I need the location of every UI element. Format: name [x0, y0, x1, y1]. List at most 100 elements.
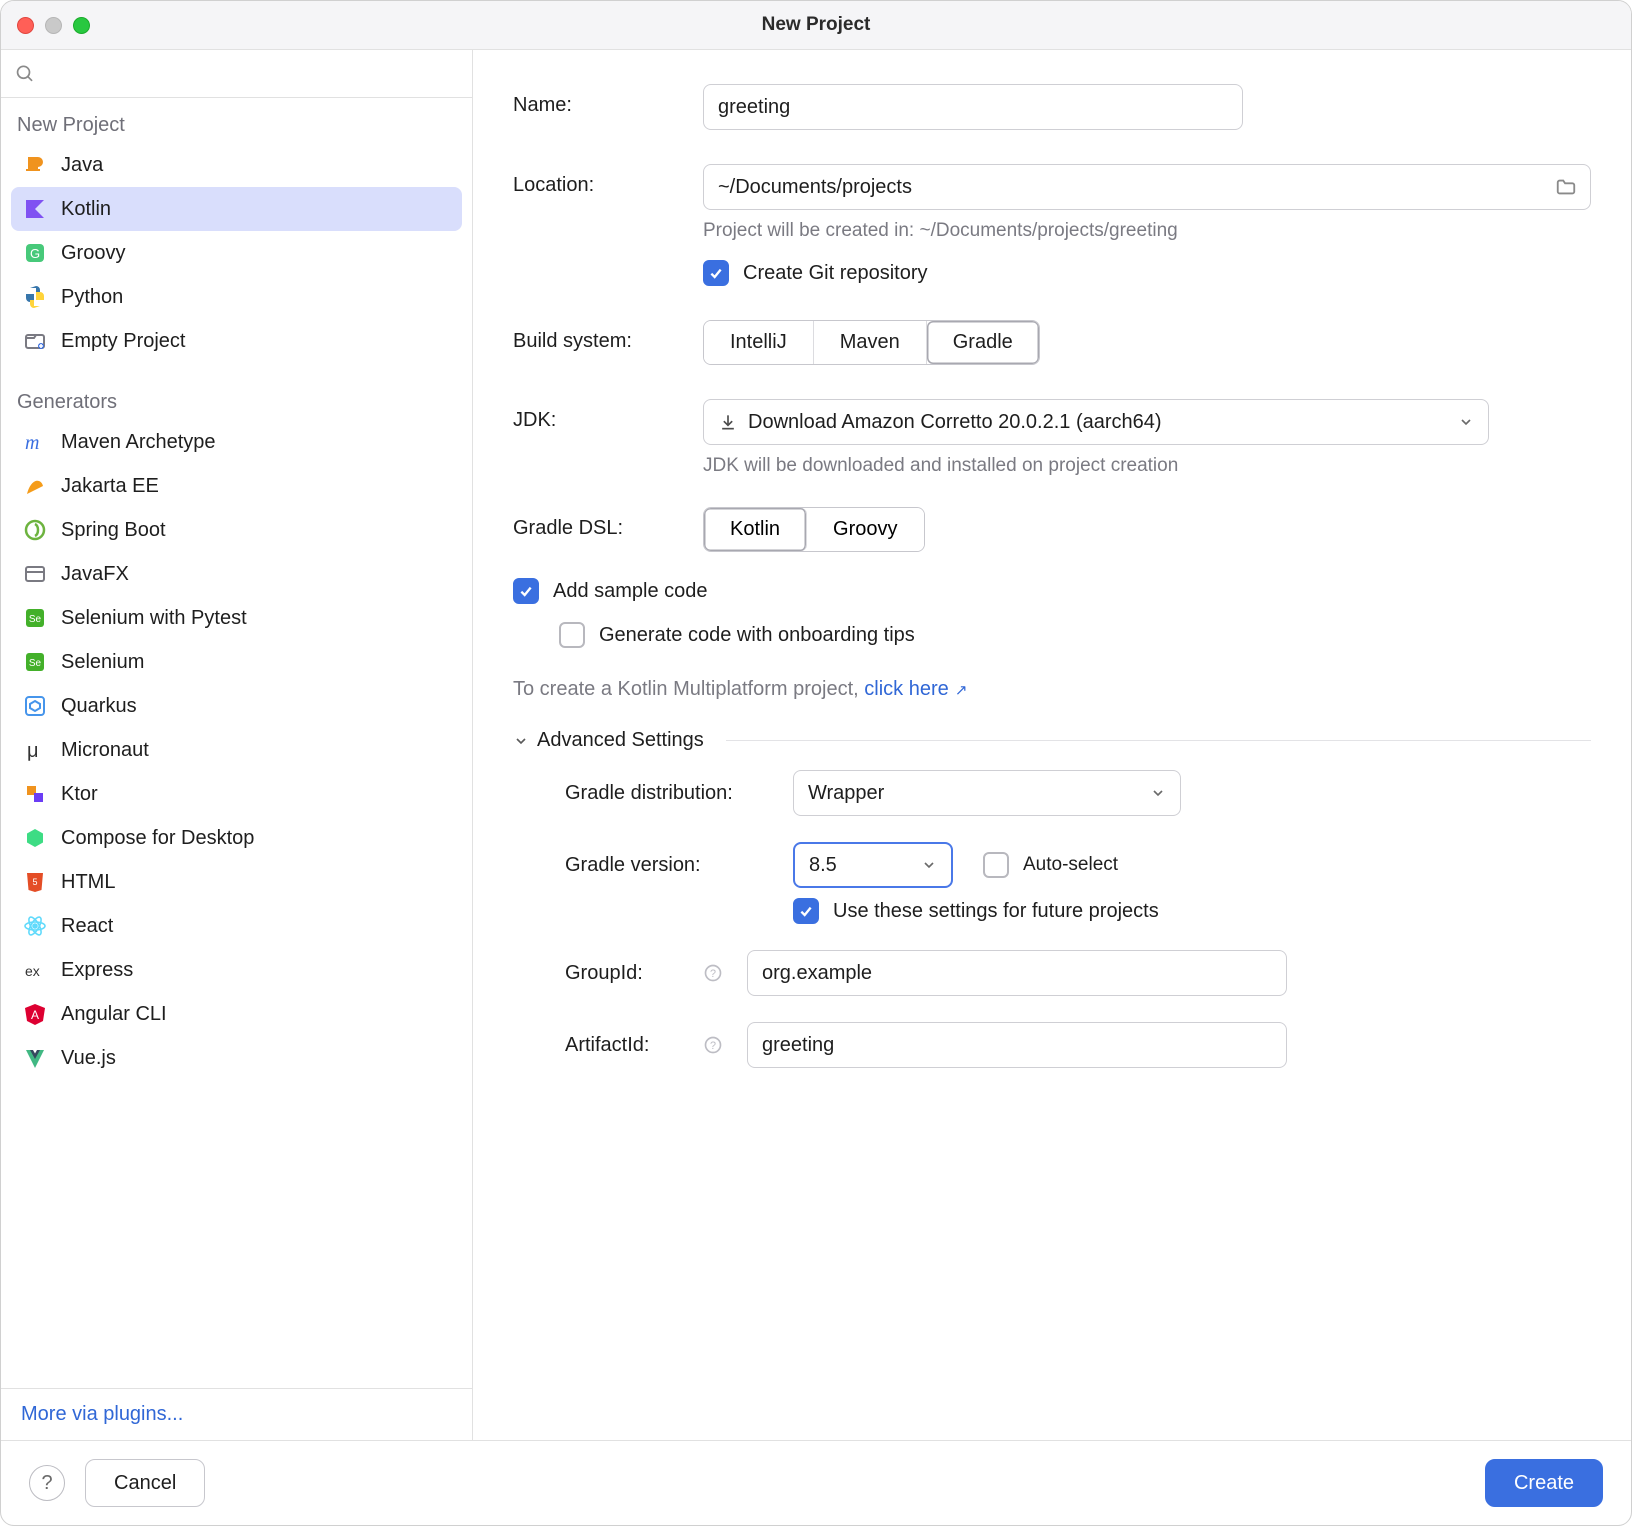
help-icon[interactable]: ? [703, 1035, 723, 1055]
sidebar-item-groovy[interactable]: G Groovy [11, 231, 462, 275]
onboarding-tips-checkbox[interactable] [559, 622, 585, 648]
create-git-checkbox[interactable] [703, 260, 729, 286]
sidebar-item-kotlin[interactable]: Kotlin [11, 187, 462, 231]
gradle-version-dropdown[interactable]: 8.5 [793, 842, 953, 888]
sidebar-item-label: Java [61, 154, 103, 177]
angular-icon: A [23, 1002, 47, 1026]
sidebar-item-label: Python [61, 286, 123, 309]
search-input-wrapper[interactable] [15, 62, 458, 85]
selenium-icon: Se [23, 650, 47, 674]
jdk-hint: JDK will be downloaded and installed on … [703, 455, 1591, 477]
build-system-maven[interactable]: Maven [814, 321, 927, 364]
sidebar-item-quarkus[interactable]: Quarkus [11, 684, 462, 728]
jdk-value: Download Amazon Corretto 20.0.2.1 (aarch… [748, 411, 1162, 434]
groovy-icon: G [23, 241, 47, 265]
gradle-dsl-label: Gradle DSL: [513, 507, 703, 540]
artifact-id-label: ArtifactId: [565, 1034, 695, 1057]
sidebar-item-label: Vue.js [61, 1047, 116, 1070]
html-icon: 5 [23, 870, 47, 894]
javafx-icon [23, 562, 47, 586]
name-label: Name: [513, 84, 703, 117]
new-project-dialog: New Project New Project Java Kotlin [0, 0, 1632, 1526]
name-input[interactable] [703, 84, 1243, 130]
sidebar-item-maven-archetype[interactable]: m Maven Archetype [11, 420, 462, 464]
sidebar-item-spring-boot[interactable]: Spring Boot [11, 508, 462, 552]
sidebar-item-label: Micronaut [61, 739, 149, 762]
dialog-footer: ? Cancel Create [1, 1440, 1631, 1525]
sidebar-item-label: Empty Project [61, 330, 185, 353]
help-button[interactable]: ? [29, 1465, 65, 1501]
group-id-input[interactable] [747, 950, 1287, 996]
auto-select-checkbox[interactable] [983, 852, 1009, 878]
multiplatform-link[interactable]: click here [864, 678, 948, 700]
sidebar-item-ktor[interactable]: Ktor [11, 772, 462, 816]
location-hint: Project will be created in: ~/Documents/… [703, 220, 1591, 242]
add-sample-code-checkbox[interactable] [513, 578, 539, 604]
build-system-segmented: IntelliJ Maven Gradle [703, 320, 1040, 365]
sidebar-item-label: React [61, 915, 113, 938]
sidebar-item-empty-project[interactable]: Empty Project [11, 319, 462, 363]
svg-text:?: ? [710, 1040, 716, 1052]
vuejs-icon [23, 1046, 47, 1070]
location-input[interactable] [703, 164, 1591, 210]
ktor-icon [23, 782, 47, 806]
build-system-label: Build system: [513, 320, 703, 353]
svg-text:m: m [25, 432, 39, 454]
download-icon [718, 412, 738, 432]
search-input[interactable] [45, 62, 458, 85]
browse-folder-button[interactable] [1555, 176, 1577, 198]
sidebar-item-jakarta-ee[interactable]: Jakarta EE [11, 464, 462, 508]
sidebar-item-label: HTML [61, 871, 115, 894]
gradle-distribution-dropdown[interactable]: Wrapper [793, 770, 1181, 816]
more-via-plugins-link[interactable]: More via plugins... [21, 1403, 183, 1425]
help-icon[interactable]: ? [703, 963, 723, 983]
sidebar-item-micronaut[interactable]: μ Micronaut [11, 728, 462, 772]
svg-text:μ: μ [27, 740, 39, 762]
advanced-settings-toggle[interactable]: Advanced Settings [513, 729, 1591, 752]
sidebar-item-label: Selenium with Pytest [61, 607, 247, 630]
use-future-label: Use these settings for future projects [833, 900, 1159, 923]
jakarta-ee-icon [23, 474, 47, 498]
micronaut-icon: μ [23, 738, 47, 762]
svg-text:A: A [31, 1008, 39, 1022]
sidebar-item-express[interactable]: ex Express [11, 948, 462, 992]
chevron-down-icon [921, 857, 937, 873]
sidebar-item-java[interactable]: Java [11, 143, 462, 187]
onboarding-tips-label: Generate code with onboarding tips [599, 624, 915, 647]
sidebar-item-html[interactable]: 5 HTML [11, 860, 462, 904]
svg-text:ex: ex [25, 963, 40, 979]
artifact-id-input[interactable] [747, 1022, 1287, 1068]
group-id-label: GroupId: [565, 962, 695, 985]
sidebar-item-python[interactable]: Python [11, 275, 462, 319]
sidebar-item-vuejs[interactable]: Vue.js [11, 1036, 462, 1080]
svg-text:5: 5 [32, 877, 37, 887]
build-system-gradle[interactable]: Gradle [927, 321, 1039, 364]
python-icon [23, 285, 47, 309]
sidebar-item-selenium[interactable]: Se Selenium [11, 640, 462, 684]
sidebar-item-selenium-pytest[interactable]: Se Selenium with Pytest [11, 596, 462, 640]
sidebar-item-label: Compose for Desktop [61, 827, 254, 850]
cancel-button[interactable]: Cancel [85, 1459, 205, 1507]
location-label: Location: [513, 164, 703, 197]
gradle-dsl-kotlin[interactable]: Kotlin [704, 508, 807, 551]
gradle-version-value: 8.5 [809, 854, 837, 877]
jdk-dropdown[interactable]: Download Amazon Corretto 20.0.2.1 (aarch… [703, 399, 1489, 445]
gradle-dsl-groovy[interactable]: Groovy [807, 508, 923, 551]
sidebar-item-react[interactable]: React [11, 904, 462, 948]
sidebar-heading-new-project: New Project [11, 104, 462, 143]
sidebar-item-label: Maven Archetype [61, 431, 216, 454]
sidebar-item-compose-desktop[interactable]: Compose for Desktop [11, 816, 462, 860]
build-system-intellij[interactable]: IntelliJ [704, 321, 814, 364]
create-button[interactable]: Create [1485, 1459, 1603, 1507]
sidebar-item-label: Kotlin [61, 198, 111, 221]
gradle-version-label: Gradle version: [565, 854, 793, 877]
quarkus-icon [23, 694, 47, 718]
sidebar-item-label: Express [61, 959, 133, 982]
sidebar-item-javafx[interactable]: JavaFX [11, 552, 462, 596]
selenium-pytest-icon: Se [23, 606, 47, 630]
add-sample-code-label: Add sample code [553, 580, 708, 603]
compose-desktop-icon [23, 826, 47, 850]
sidebar-item-angular-cli[interactable]: A Angular CLI [11, 992, 462, 1036]
react-icon [23, 914, 47, 938]
use-future-checkbox[interactable] [793, 898, 819, 924]
